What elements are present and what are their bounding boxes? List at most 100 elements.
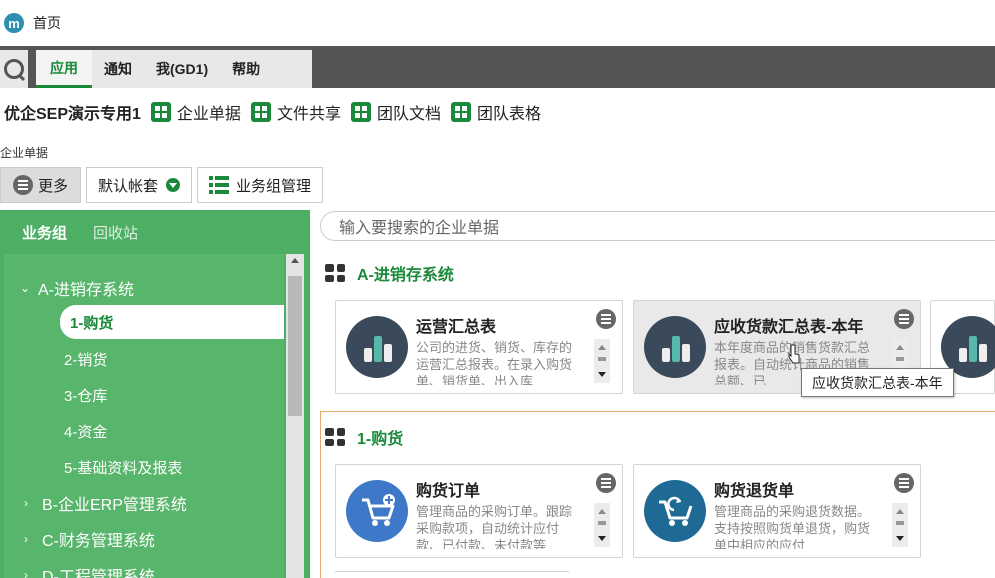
tree-item-label: 1-购货 <box>70 314 114 332</box>
tab-apps[interactable]: 应用 <box>36 50 92 88</box>
card-menu-icon[interactable] <box>894 309 914 329</box>
chevron-right-icon: › <box>24 496 28 510</box>
sidebar-tabs: 业务组 回收站 <box>0 210 310 254</box>
sidebar: 业务组 回收站 ⌄ A-进销存系统 1-购货 2-销货 3-仓库 4-资金 5-… <box>0 210 310 578</box>
more-label: 更多 <box>38 177 69 195</box>
chevron-down-icon: ⌄ <box>20 281 31 295</box>
card-menu-icon[interactable] <box>894 473 914 493</box>
tree-item-sales[interactable]: 2-销货 <box>64 349 107 370</box>
menu-icon <box>13 175 33 195</box>
tree-item-label: 3-仓库 <box>64 388 108 405</box>
cart-add-icon <box>346 480 408 542</box>
grid-icon <box>350 102 371 122</box>
category-grid-icon <box>325 264 345 282</box>
cart-return-icon <box>644 480 706 542</box>
tree-item-label: C-财务管理系统 <box>42 533 155 550</box>
app-logo-icon: m <box>4 13 24 33</box>
card-title: 购货退货单 <box>714 483 795 500</box>
tree-item-label: D-工程管理系统 <box>42 569 155 578</box>
link-label: 企业单据 <box>176 106 241 123</box>
card-purchase-return[interactable]: 购货退货单 管理商品的采购退货数据。支持按照购货单退货，购货单中相应的应付 <box>633 464 921 558</box>
search-logo-icon <box>4 59 24 79</box>
category-grid-icon <box>325 428 345 446</box>
card-title: 购货订单 <box>416 483 481 500</box>
account-label: 默认帐套 <box>98 177 159 195</box>
card-scrollbar[interactable] <box>892 503 908 547</box>
toolbar: 更多 默认帐套 业务组管理 <box>0 167 324 203</box>
link-label: 文件共享 <box>276 106 341 123</box>
tree-item-b[interactable]: › B-企业ERP管理系统 <box>24 491 187 515</box>
tab-help[interactable]: 帮助 <box>220 50 272 88</box>
link-team-sheets[interactable]: 团队表格 <box>450 100 541 124</box>
tree-item-d[interactable]: › D-工程管理系统 <box>24 563 155 578</box>
tree-item-label: 2-销货 <box>64 352 108 369</box>
tab-me[interactable]: 我(GD1) <box>144 50 220 88</box>
tree-item-label: B-企业ERP管理系统 <box>42 497 187 514</box>
chevron-down-icon <box>166 178 181 192</box>
tree-item-funds[interactable]: 4-资金 <box>64 421 107 442</box>
link-enterprise-docs[interactable]: 企业单据 <box>150 100 241 124</box>
workspace-bar: 优企SEP演示专用1 企业单据 文件共享 团队文档 团队表格 <box>0 88 995 136</box>
category-heading: A-进销存系统 <box>325 261 454 285</box>
scroll-thumb[interactable] <box>288 276 302 416</box>
business-group-button[interactable]: 业务组管理 <box>197 167 324 203</box>
tree-item-label: 5-基础资料及报表 <box>64 460 183 477</box>
title-bar: m 首页 <box>0 0 995 46</box>
card-operations-summary[interactable]: 运营汇总表 公司的进货、销货、库存的运营汇总报表。在录入购货单、销货单、出入库 <box>335 300 623 394</box>
card-description: 管理商品的采购订单。跟踪采购款项，自动统计应付款、已付款、未付款等 <box>416 504 573 549</box>
tab-recycle-bin[interactable]: 回收站 <box>93 222 138 243</box>
tree-item-purchase[interactable]: 1-购货 <box>60 305 284 339</box>
card-purchase-order[interactable]: 购货订单 管理商品的采购订单。跟踪采购款项，自动统计应付款、已付款、未付款等 <box>335 464 623 558</box>
card-scrollbar[interactable] <box>594 503 610 547</box>
bar-chart-icon <box>346 316 408 378</box>
scroll-up-icon[interactable] <box>291 258 299 263</box>
card-title: 运营汇总表 <box>416 319 497 336</box>
chevron-right-icon: › <box>24 532 28 546</box>
card-menu-icon[interactable] <box>596 473 616 493</box>
tooltip: 应收货款汇总表-本年 <box>801 368 954 397</box>
tree-item-warehouse[interactable]: 3-仓库 <box>64 385 107 406</box>
category-heading: 1-购货 <box>325 425 403 449</box>
tree-item-c[interactable]: › C-财务管理系统 <box>24 527 155 551</box>
hand-cursor-icon <box>788 344 800 364</box>
grid-icon <box>250 102 271 122</box>
more-button[interactable]: 更多 <box>0 167 82 203</box>
search-placeholder: 输入要搜索的企业单据 <box>339 220 500 237</box>
grid-icon <box>150 102 171 122</box>
tree-item-a[interactable]: ⌄ A-进销存系统 <box>20 276 134 300</box>
link-team-docs[interactable]: 团队文档 <box>350 100 441 124</box>
card-scrollbar[interactable] <box>594 339 610 383</box>
link-file-share[interactable]: 文件共享 <box>250 100 341 124</box>
brand-logo[interactable] <box>0 50 28 88</box>
chevron-right-icon: › <box>24 568 28 578</box>
tab-notifications[interactable]: 通知 <box>92 50 144 88</box>
cart-add-icon <box>362 494 395 526</box>
card-title: 应收货款汇总表-本年 <box>714 319 864 336</box>
section-label: 企业单据 <box>0 146 49 160</box>
account-dropdown[interactable]: 默认帐套 <box>86 167 193 203</box>
tab-business-groups[interactable]: 业务组 <box>22 222 67 243</box>
workspace-name[interactable]: 优企SEP演示专用1 <box>4 100 141 124</box>
link-label: 团队文档 <box>376 106 441 123</box>
window-title: 首页 <box>33 15 61 31</box>
tree-item-basic-data[interactable]: 5-基础资料及报表 <box>64 457 182 478</box>
card-description: 公司的进货、销货、库存的运营汇总报表。在录入购货单、销货单、出入库 <box>416 340 573 385</box>
top-nav: 应用 通知 我(GD1) 帮助 <box>0 46 995 88</box>
business-group-label: 业务组管理 <box>236 177 312 195</box>
cart-return-icon <box>659 496 693 526</box>
tree-item-label: A-进销存系统 <box>38 282 135 299</box>
nav-tabs: 应用 通知 我(GD1) 帮助 <box>36 50 312 88</box>
list-icon <box>209 176 230 194</box>
bar-chart-icon <box>644 316 706 378</box>
category-title: 1-购货 <box>357 431 404 448</box>
link-label: 团队表格 <box>476 106 541 123</box>
category-title: A-进销存系统 <box>357 267 454 284</box>
category-tree: ⌄ A-进销存系统 1-购货 2-销货 3-仓库 4-资金 5-基础资料及报表 … <box>4 254 284 578</box>
search-input[interactable]: 输入要搜索的企业单据 <box>320 211 995 241</box>
sidebar-scrollbar[interactable] <box>286 254 304 578</box>
divider <box>335 571 569 578</box>
tree-item-label: 4-资金 <box>64 424 108 441</box>
card-description: 管理商品的采购退货数据。支持按照购货单退货，购货单中相应的应付 <box>714 504 871 549</box>
grid-icon <box>450 102 471 122</box>
card-menu-icon[interactable] <box>596 309 616 329</box>
